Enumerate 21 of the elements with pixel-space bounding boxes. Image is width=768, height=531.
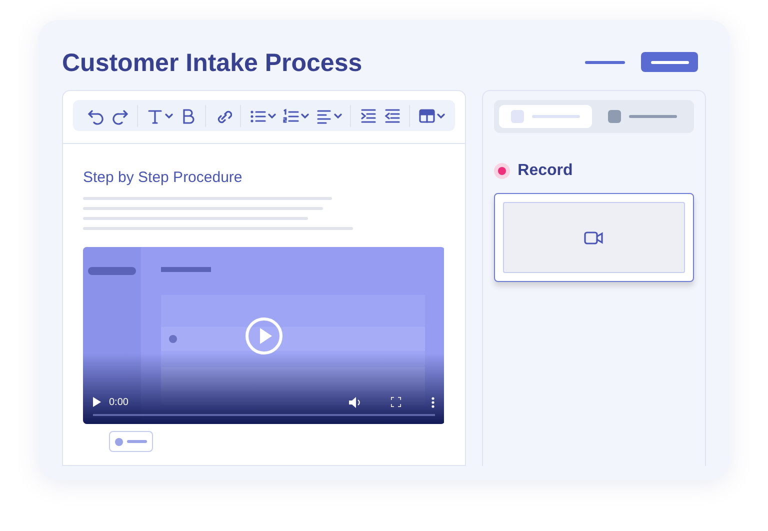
fullscreen-icon[interactable] xyxy=(390,397,401,407)
page-title: Customer Intake Process xyxy=(62,48,362,78)
volume-icon[interactable] xyxy=(348,396,361,408)
video-camera-icon xyxy=(584,230,604,244)
more-options-icon[interactable] xyxy=(430,396,435,408)
caret-icon xyxy=(165,112,173,118)
record-label: Record xyxy=(518,161,573,181)
caret-icon xyxy=(437,112,445,118)
action-button[interactable] xyxy=(641,52,698,72)
caret-icon xyxy=(301,112,309,118)
link-placeholder[interactable] xyxy=(585,60,625,64)
outdent-icon xyxy=(383,106,401,124)
indent-icon xyxy=(359,106,377,124)
video-time: 0:00 xyxy=(109,396,128,410)
record-card[interactable] xyxy=(494,193,694,282)
document-heading: Step by Step Procedure xyxy=(83,169,244,187)
table-icon xyxy=(418,106,436,124)
play-icon[interactable] xyxy=(93,397,101,407)
numbered-list-icon xyxy=(282,106,300,124)
caret-icon xyxy=(334,112,342,118)
caret-icon xyxy=(268,112,276,118)
